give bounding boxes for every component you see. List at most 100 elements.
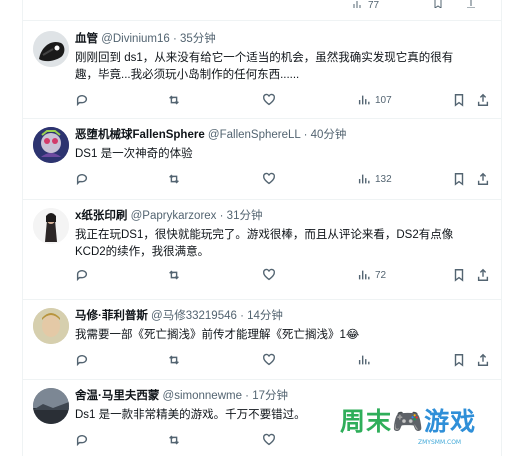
like-button[interactable]: [262, 267, 276, 283]
views-icon[interactable]: [353, 0, 363, 11]
separator-dot: ·: [172, 33, 177, 45]
views-count: 132: [375, 173, 392, 185]
reply-icon: [76, 270, 88, 282]
views-count: 72: [375, 269, 387, 281]
tweet-text-line: 刚刚回到 ds1，从来没有给它一个适当的机会，虽然我确实发现它真的很有: [75, 52, 454, 64]
watermark-text: 周末🎮游戏: [340, 408, 477, 436]
user-handle[interactable]: @simonnewme: [163, 390, 242, 402]
tweet-text-line: KCD2的续作，我很满意。: [75, 246, 210, 258]
repost-icon: [169, 355, 179, 365]
separator-dot: ·: [245, 390, 250, 402]
timestamp[interactable]: 17分钟: [252, 390, 288, 402]
tweet[interactable]: 血管 @Divinium16 · 35分钟 刚刚回到 ds1，从来没有给它一个适…: [23, 21, 501, 119]
tweet-actions: 72: [75, 267, 491, 283]
views-button[interactable]: 132: [357, 171, 392, 187]
repost-icon: [169, 95, 179, 105]
share-icon[interactable]: [466, 0, 476, 11]
share-icon: [477, 353, 489, 366]
bookmark-icon: [454, 269, 464, 282]
user-handle[interactable]: @Divinium16: [101, 33, 170, 45]
views-button[interactable]: 107: [357, 92, 392, 108]
tweet-text: 我正在玩DS1，很快就能玩完了。游戏很棒，而且从评论来看，DS2有点像 KCD2…: [75, 227, 491, 261]
reply-button[interactable]: [75, 352, 89, 368]
timestamp[interactable]: 35分钟: [180, 33, 216, 45]
share-button[interactable]: [476, 352, 490, 368]
repost-button[interactable]: [167, 352, 181, 368]
avatar[interactable]: [33, 31, 69, 67]
tweet-text-line: 趣，毕竟...我必须玩小岛制作的任何东西......: [75, 69, 300, 81]
avatar[interactable]: [33, 308, 69, 344]
timestamp[interactable]: 14分钟: [247, 310, 283, 322]
tweet[interactable]: 马修·菲利普斯 @马修33219546 · 14分钟 我需要一部《死亡搁浅》前传…: [23, 300, 501, 380]
reply-button[interactable]: [75, 267, 89, 283]
bookmark-icon: [454, 94, 464, 107]
share-button[interactable]: [476, 171, 490, 187]
display-name[interactable]: 舍温·马里夫西蒙: [75, 390, 159, 402]
tweet-text-line: 我正在玩DS1，很快就能玩完了。游戏很棒，而且从评论来看，DS2有点像: [75, 229, 454, 241]
separator-dot: ·: [219, 210, 224, 222]
reply-button[interactable]: [75, 171, 89, 187]
tweet[interactable]: 恶堕机械球FallenSphere @FallenSphereLL · 40分钟…: [23, 119, 501, 200]
heart-icon: [263, 172, 275, 185]
share-button[interactable]: [476, 267, 490, 283]
views-icon: [358, 355, 370, 365]
reply-icon: [76, 355, 88, 367]
tweet-text-line: 我需要一部《死亡搁浅》前传才能理解《死亡搁浅》1😂: [75, 329, 360, 341]
display-name[interactable]: x纸张印刷: [75, 210, 127, 222]
previous-tweet-stub: 77: [23, 0, 501, 21]
reply-button[interactable]: [75, 432, 89, 448]
bookmark-button[interactable]: [452, 352, 466, 368]
views-icon: [358, 174, 370, 184]
share-button[interactable]: [476, 92, 490, 108]
timestamp[interactable]: 40分钟: [311, 129, 347, 141]
display-name[interactable]: 恶堕机械球FallenSphere: [75, 129, 205, 141]
heart-icon: [263, 353, 275, 366]
like-button[interactable]: [262, 92, 276, 108]
user-handle[interactable]: @马修33219546: [151, 310, 237, 322]
user-handle[interactable]: @FallenSphereLL: [208, 129, 300, 141]
bookmark-icon[interactable]: [433, 0, 443, 11]
share-icon: [477, 93, 489, 106]
repost-button[interactable]: [167, 92, 181, 108]
repost-button[interactable]: [167, 267, 181, 283]
views-count: 77: [368, 0, 380, 11]
tweet-text: 刚刚回到 ds1，从来没有给它一个适当的机会，虽然我确实发现它真的很有 趣，毕竟…: [75, 50, 491, 84]
bookmark-icon: [454, 354, 464, 367]
bookmark-button[interactable]: [452, 92, 466, 108]
repost-button[interactable]: [167, 432, 181, 448]
reply-icon: [76, 174, 88, 186]
bookmark-button[interactable]: [452, 267, 466, 283]
display-name[interactable]: 血管: [75, 33, 98, 45]
repost-button[interactable]: [167, 171, 181, 187]
bookmark-button[interactable]: [452, 171, 466, 187]
timeline: 77 血管 @Divinium16 · 35分钟 刚刚回到 ds1，从来没有给它…: [22, 0, 502, 456]
repost-icon: [169, 435, 179, 445]
tweet-actions: 132: [75, 171, 491, 187]
avatar[interactable]: [33, 208, 69, 244]
views-count: 107: [375, 94, 392, 106]
separator-dot: ·: [240, 310, 244, 322]
repost-icon: [169, 270, 179, 280]
heart-icon: [263, 433, 275, 446]
reply-icon: [76, 435, 88, 447]
reply-button[interactable]: [75, 92, 89, 108]
views-button[interactable]: 72: [357, 267, 386, 283]
avatar[interactable]: [33, 127, 69, 163]
tweet-text-line: DS1 是一次神奇的体验: [75, 148, 193, 160]
views-button[interactable]: [357, 352, 371, 368]
like-button[interactable]: [262, 352, 276, 368]
share-icon: [477, 172, 489, 185]
like-button[interactable]: [262, 432, 276, 448]
views-icon: [358, 95, 370, 105]
views-icon: [358, 270, 370, 280]
tweet[interactable]: x纸张印刷 @Paprykarzorex · 31分钟 我正在玩DS1，很快就能…: [23, 200, 501, 300]
avatar[interactable]: [33, 388, 69, 424]
timestamp[interactable]: 31分钟: [227, 210, 263, 222]
bookmark-icon: [454, 173, 464, 186]
user-handle[interactable]: @Paprykarzorex: [131, 210, 217, 222]
tweet-actions: 107: [75, 92, 491, 108]
tweet-actions: [75, 352, 491, 368]
display-name[interactable]: 马修·菲利普斯: [75, 310, 148, 322]
separator-dot: ·: [303, 129, 308, 141]
like-button[interactable]: [262, 171, 276, 187]
